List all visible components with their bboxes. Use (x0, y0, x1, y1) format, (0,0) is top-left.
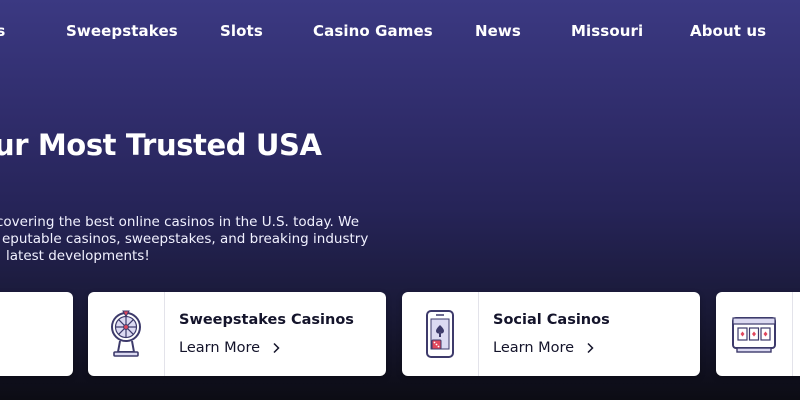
chevron-right-icon (273, 342, 280, 354)
chevron-right-icon (587, 342, 594, 354)
nav-item-missouri[interactable]: Missouri (571, 22, 643, 40)
category-card-sweepstakes[interactable]: Sweepstakes Casinos Learn More (88, 292, 386, 376)
learn-more-link[interactable]: Learn More (179, 340, 282, 356)
hero-description-line: latest developments! (6, 248, 150, 264)
nav-item-casino-games[interactable]: Casino Games (313, 22, 433, 40)
hero-description-line: eputable casinos, sweepstakes, and break… (2, 231, 369, 247)
slot-machine-icon (732, 317, 776, 353)
learn-more-label: Learn More (179, 340, 261, 356)
card-icon-cell (402, 292, 479, 376)
card-title: Sweepstakes Casinos (179, 312, 354, 328)
category-card-partial-left[interactable] (0, 292, 73, 376)
card-icon-cell (88, 292, 165, 376)
hero-title: ur Most Trusted USA (0, 128, 322, 162)
card-icon-cell (716, 292, 793, 376)
card-title: Social Casinos (493, 312, 610, 328)
main-nav: os Sweepstakes Slots Casino Games News M… (0, 0, 800, 64)
learn-more-link[interactable]: Learn More (493, 340, 596, 356)
prize-wheel-icon (111, 310, 141, 357)
phone-cards-icon (426, 310, 454, 358)
nav-item-sweepstakes[interactable]: Sweepstakes (66, 22, 178, 40)
hero-description: covering the best online casinos in the … (0, 214, 369, 265)
category-card-social[interactable]: Social Casinos Learn More (402, 292, 700, 376)
category-card-slots[interactable] (716, 292, 800, 376)
nav-item-news[interactable]: News (475, 22, 521, 40)
learn-more-label: Learn More (493, 340, 575, 356)
nav-item-slots[interactable]: Slots (220, 22, 263, 40)
hero-description-line: covering the best online casinos in the … (0, 214, 359, 230)
nav-item-casinos[interactable]: os (0, 22, 5, 40)
nav-item-about-us[interactable]: About us (690, 22, 766, 40)
